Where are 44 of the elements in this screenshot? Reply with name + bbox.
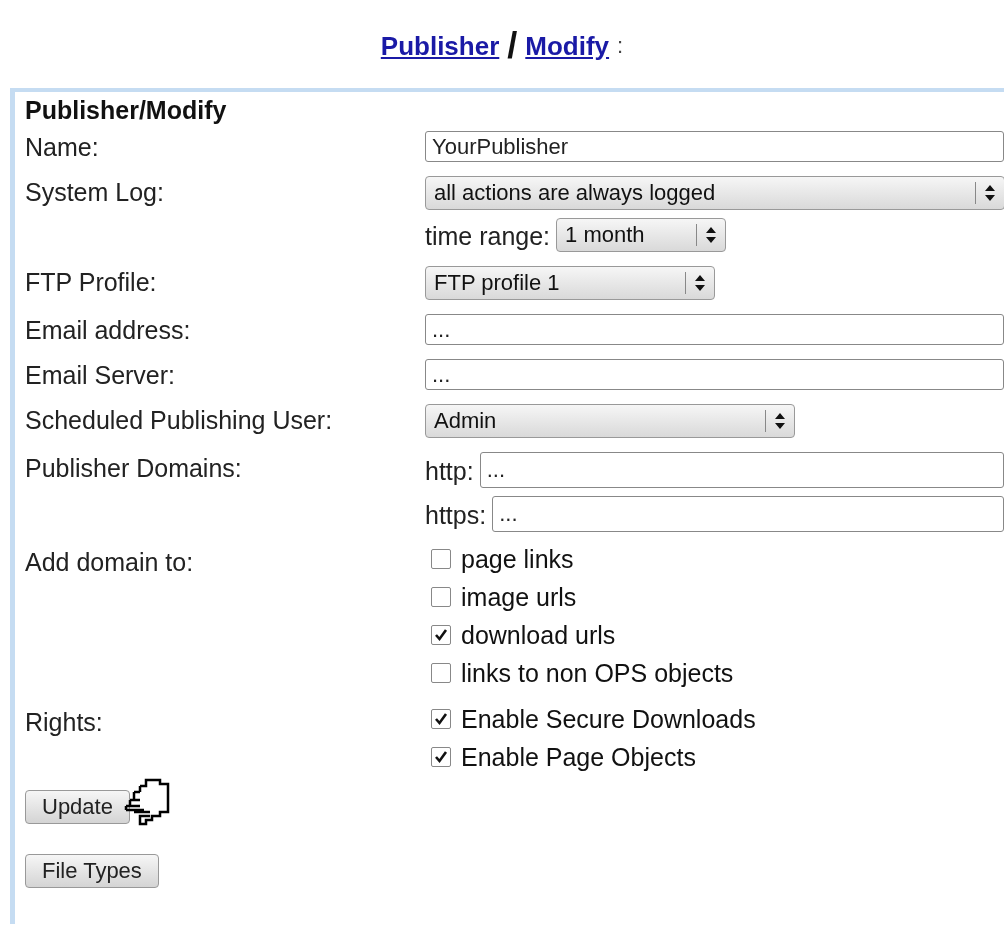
checkbox-label: download urls bbox=[461, 620, 616, 650]
dropdown[interactable]: Admin bbox=[425, 404, 795, 438]
checkbox[interactable] bbox=[431, 747, 451, 767]
checkbox[interactable] bbox=[431, 625, 451, 645]
checkbox[interactable] bbox=[431, 549, 451, 569]
checkbox[interactable] bbox=[431, 587, 451, 607]
up-down-arrows-icon bbox=[705, 226, 718, 244]
panel-title: Publisher/Modify bbox=[25, 96, 228, 125]
dropdown[interactable]: 1 month bbox=[556, 218, 727, 252]
breadcrumb-separator: / bbox=[507, 25, 518, 67]
text-field[interactable]: ... bbox=[425, 359, 1004, 390]
field-label: Publisher Domains: bbox=[25, 453, 243, 484]
checkbox-label: links to non OPS objects bbox=[461, 658, 734, 688]
up-down-arrows-icon bbox=[774, 412, 786, 430]
field-label: Email Server: bbox=[25, 360, 177, 390]
field-label: Name: bbox=[25, 132, 100, 162]
breadcrumb-colon: : bbox=[617, 33, 624, 59]
field-label: Rights: bbox=[25, 707, 104, 738]
up-down-arrows-icon bbox=[694, 274, 706, 292]
form-button[interactable]: File Types bbox=[25, 854, 159, 888]
form-button[interactable]: Update bbox=[25, 790, 130, 824]
checkbox-label: image urls bbox=[461, 582, 577, 612]
dropdown[interactable]: all actions are always logged bbox=[425, 176, 1004, 210]
field-label: Scheduled Publishing User: bbox=[25, 405, 334, 436]
field-label: FTP Profile: bbox=[25, 267, 158, 298]
field-label: System Log: bbox=[25, 177, 165, 208]
checkbox-label: Enable Page Objects bbox=[461, 742, 696, 772]
up-down-arrows-icon bbox=[984, 184, 996, 202]
text-field[interactable]: ... bbox=[425, 314, 1004, 345]
field-label: time range: bbox=[425, 220, 551, 251]
checkbox-label: Enable Secure Downloads bbox=[461, 704, 756, 734]
text-field[interactable]: YourPublisher bbox=[425, 131, 1004, 162]
text-field[interactable]: ... bbox=[479, 452, 1004, 488]
breadcrumb-link[interactable]: Modify bbox=[525, 30, 610, 62]
text-field[interactable]: ... bbox=[492, 496, 1004, 532]
breadcrumb-link[interactable]: Publisher bbox=[380, 30, 500, 62]
field-label: Email address: bbox=[25, 315, 192, 345]
dropdown[interactable]: FTP profile 1 bbox=[425, 266, 715, 300]
field-label: http: bbox=[425, 455, 474, 486]
field-label: https: bbox=[425, 499, 487, 530]
field-label: Add domain to: bbox=[25, 547, 195, 578]
checkbox[interactable] bbox=[431, 709, 451, 729]
checkbox[interactable] bbox=[431, 663, 451, 683]
checkbox-label: page links bbox=[461, 544, 574, 574]
